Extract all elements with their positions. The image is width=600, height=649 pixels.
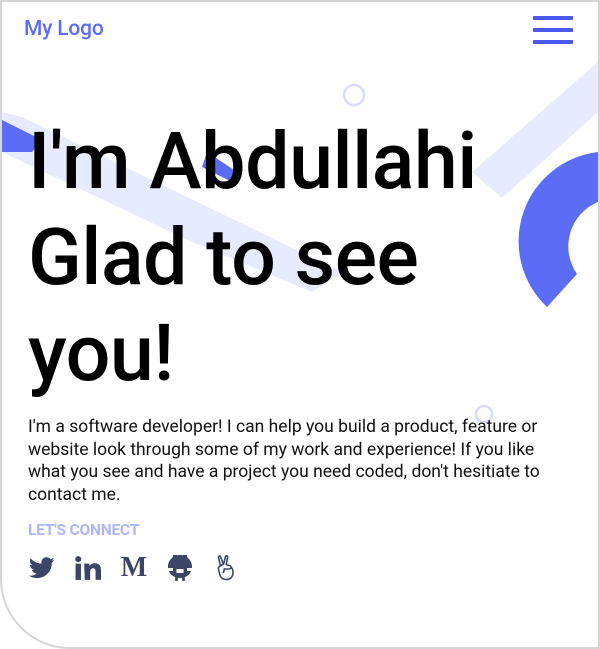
linkedin-icon (75, 556, 101, 580)
github-link[interactable] (166, 554, 194, 582)
intro-paragraph: I'm a software developer! I can help you… (28, 417, 540, 505)
medium-link[interactable]: M (120, 554, 148, 582)
lets-connect-label: LET'S CONNECT (28, 521, 140, 539)
linkedin-link[interactable] (74, 554, 102, 582)
hero-title-line-2: Glad to see (28, 212, 419, 304)
page-frame: My Logo I'm Abdullahi Glad to see you! I… (0, 0, 600, 649)
hero-title-line-3: you! (28, 308, 174, 400)
twitter-link[interactable] (28, 554, 56, 582)
hero-title: I'm Abdullahi Glad to see you! (28, 114, 477, 402)
hamburger-menu-icon[interactable] (533, 16, 573, 44)
angellist-icon (217, 555, 234, 581)
logo-link[interactable]: My Logo (24, 17, 104, 41)
medium-icon: M (120, 552, 148, 583)
github-icon (168, 555, 192, 581)
angellist-link[interactable] (212, 554, 240, 582)
social-links: M (28, 554, 258, 582)
twitter-icon (29, 557, 55, 579)
hero-title-line-1: I'm Abdullahi (28, 116, 477, 208)
